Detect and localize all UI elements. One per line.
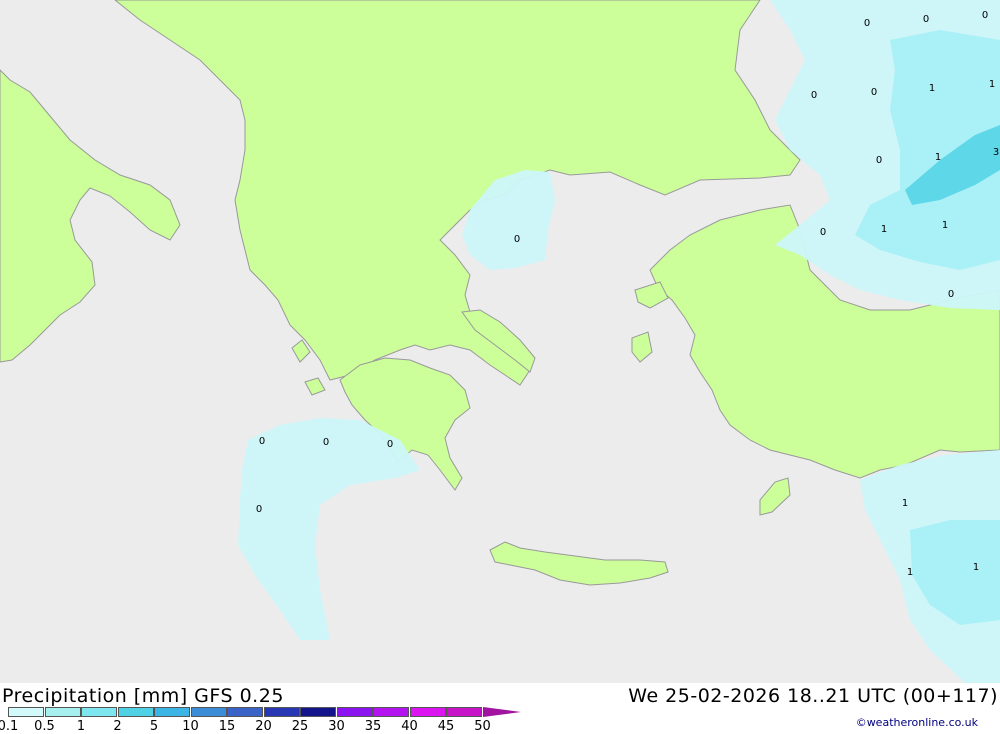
value-label: 0 — [820, 227, 826, 238]
value-label: 0 — [256, 504, 262, 515]
legend-tick-label: 5 — [149, 719, 159, 734]
legend-tick-label: 25 — [291, 719, 309, 734]
legend-swatch — [336, 707, 373, 717]
legend-tick-label: 1 — [76, 719, 86, 734]
credit-link[interactable]: ©weatheronline.co.uk — [856, 716, 978, 729]
legend-swatch — [482, 707, 521, 717]
legend-swatch — [409, 707, 446, 717]
legend-swatch — [263, 707, 300, 717]
legend-swatch — [227, 707, 263, 717]
precipitation-map: 0 0 0 0 1 1 0 1 3 0 1 1 0 0 0 0 0 0 0 1 … — [0, 0, 1000, 683]
value-label: 0 — [948, 289, 954, 300]
legend-swatch — [373, 707, 409, 717]
legend-swatch — [8, 707, 44, 717]
value-label: 0 — [864, 18, 870, 29]
legend-tick-label: 0.1 — [0, 719, 19, 734]
value-label: 0 — [259, 436, 265, 447]
value-label: 1 — [907, 567, 913, 578]
value-label: 1 — [989, 79, 995, 90]
legend-tick-label: 2 — [113, 719, 122, 734]
legend-swatch — [190, 707, 227, 717]
legend-swatch — [446, 707, 482, 717]
value-label: 0 — [871, 87, 877, 98]
legend-tick-label: 35 — [364, 719, 382, 734]
map-footer: Precipitation [mm] GFS 0.25 We 25-02-202… — [0, 683, 1000, 734]
value-label: 3 — [993, 147, 999, 158]
legend-swatch — [81, 707, 117, 717]
value-label: 0 — [876, 155, 882, 166]
legend-tick-label: 20 — [255, 719, 272, 734]
value-label: 0 — [811, 90, 817, 101]
value-label: 1 — [935, 152, 941, 163]
valid-time: We 25-02-2026 18..21 UTC (00+117) — [628, 685, 998, 707]
legend-tick-label: 50 — [474, 719, 491, 734]
value-label: 1 — [881, 224, 887, 235]
legend-tick-label: 15 — [218, 719, 236, 734]
value-label: 0 — [323, 437, 329, 448]
legend-tick-label: 45 — [437, 719, 455, 734]
legend-swatch — [44, 707, 81, 717]
legend-tick-label: 40 — [401, 719, 418, 734]
legend-tick-label: 0.5 — [34, 719, 55, 734]
legend-swatch — [117, 707, 154, 717]
value-label: 1 — [973, 562, 979, 573]
legend-tick-label: 10 — [182, 719, 199, 734]
value-label: 0 — [923, 14, 929, 25]
value-label: 0 — [982, 10, 988, 21]
value-label: 0 — [387, 439, 393, 450]
legend-tick-label: 30 — [328, 719, 345, 734]
value-label: 0 — [514, 234, 520, 245]
legend-swatch — [300, 707, 336, 717]
value-label: 1 — [942, 220, 948, 231]
legend-swatch — [154, 707, 190, 717]
value-label: 1 — [902, 498, 908, 509]
value-label: 1 — [929, 83, 935, 94]
map-canvas: 0 0 0 0 1 1 0 1 3 0 1 1 0 0 0 0 0 0 0 1 … — [0, 0, 1000, 683]
map-title: Precipitation [mm] GFS 0.25 — [2, 685, 284, 707]
